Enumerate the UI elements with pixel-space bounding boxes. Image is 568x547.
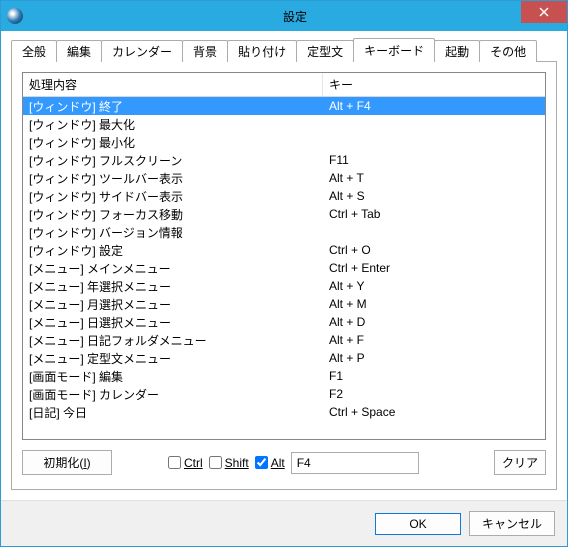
row-action: [メニュー] 日記フォルダメニュー <box>23 332 323 349</box>
row-key: Alt + T <box>323 171 545 185</box>
table-row[interactable]: [ウィンドウ] 最大化 <box>23 115 545 133</box>
row-action: [ウィンドウ] 最小化 <box>23 134 323 151</box>
tab-5[interactable]: 定型文 <box>296 40 354 62</box>
tab-6[interactable]: キーボード <box>353 38 435 62</box>
row-action: [ウィンドウ] 終了 <box>23 98 323 115</box>
shortcut-list: 処理内容 キー [ウィンドウ] 終了Alt + F4[ウィンドウ] 最大化[ウィ… <box>22 72 546 440</box>
table-row[interactable]: [ウィンドウ] バージョン情報 <box>23 223 545 241</box>
tab-2[interactable]: カレンダー <box>101 40 183 62</box>
row-key: Alt + M <box>323 297 545 311</box>
row-key: Alt + F <box>323 333 545 347</box>
row-key: Alt + S <box>323 189 545 203</box>
key-input[interactable] <box>291 452 419 474</box>
row-action: [日記] 今日 <box>23 404 323 421</box>
close-button[interactable] <box>521 1 567 23</box>
initialize-label-prefix: 初期化( <box>43 456 83 470</box>
list-body[interactable]: [ウィンドウ] 終了Alt + F4[ウィンドウ] 最大化[ウィンドウ] 最小化… <box>23 97 545 439</box>
titlebar: 設定 <box>1 1 567 31</box>
tabstrip: 全般編集カレンダー背景貼り付け定型文キーボード起動その他 <box>11 39 557 61</box>
alt-checkbox[interactable]: Alt <box>255 456 285 470</box>
row-key: Alt + P <box>323 351 545 365</box>
row-action: [メニュー] 月選択メニュー <box>23 296 323 313</box>
tab-panel-keyboard: 処理内容 キー [ウィンドウ] 終了Alt + F4[ウィンドウ] 最大化[ウィ… <box>11 61 557 490</box>
client-area: 全般編集カレンダー背景貼り付け定型文キーボード起動その他 処理内容 キー [ウィ… <box>1 31 567 500</box>
table-row[interactable]: [メニュー] 日記フォルダメニューAlt + F <box>23 331 545 349</box>
shift-checkbox-input[interactable] <box>209 456 222 469</box>
table-row[interactable]: [メニュー] 月選択メニューAlt + M <box>23 295 545 313</box>
close-icon <box>539 7 549 17</box>
row-action: [ウィンドウ] 設定 <box>23 242 323 259</box>
table-row[interactable]: [日記] 今日Ctrl + Space <box>23 403 545 421</box>
tab-1[interactable]: 編集 <box>56 40 102 62</box>
table-row[interactable]: [メニュー] メインメニューCtrl + Enter <box>23 259 545 277</box>
column-header-action[interactable]: 処理内容 <box>23 73 323 96</box>
row-action: [ウィンドウ] バージョン情報 <box>23 224 323 241</box>
shift-checkbox[interactable]: Shift <box>209 456 249 470</box>
ctrl-checkbox-input[interactable] <box>168 456 181 469</box>
initialize-button[interactable]: 初期化(I) <box>22 450 112 475</box>
table-row[interactable]: [ウィンドウ] 設定Ctrl + O <box>23 241 545 259</box>
table-row[interactable]: [ウィンドウ] サイドバー表示Alt + S <box>23 187 545 205</box>
ctrl-checkbox-label: Ctrl <box>184 456 203 470</box>
window-title: 設定 <box>23 8 567 25</box>
table-row[interactable]: [メニュー] 定型文メニューAlt + P <box>23 349 545 367</box>
table-row[interactable]: [ウィンドウ] 終了Alt + F4 <box>23 97 545 115</box>
row-action: [画面モード] カレンダー <box>23 386 323 403</box>
row-action: [メニュー] 日選択メニュー <box>23 314 323 331</box>
row-action: [メニュー] メインメニュー <box>23 260 323 277</box>
row-action: [ウィンドウ] 最大化 <box>23 116 323 133</box>
table-row[interactable]: [画面モード] カレンダーF2 <box>23 385 545 403</box>
row-key: F2 <box>323 387 545 401</box>
alt-checkbox-label: Alt <box>271 456 285 470</box>
row-action: [ウィンドウ] フルスクリーン <box>23 152 323 169</box>
shift-checkbox-label: Shift <box>225 456 249 470</box>
ok-button[interactable]: OK <box>375 513 461 535</box>
column-header-key[interactable]: キー <box>323 73 545 96</box>
edit-bar: 初期化(I) Ctrl Shift Alt クリア <box>22 450 546 475</box>
alt-checkbox-input[interactable] <box>255 456 268 469</box>
table-row[interactable]: [ウィンドウ] 最小化 <box>23 133 545 151</box>
table-row[interactable]: [画面モード] 編集F1 <box>23 367 545 385</box>
row-key: Ctrl + Space <box>323 405 545 419</box>
tab-0[interactable]: 全般 <box>11 40 57 62</box>
dialog-buttons: OK キャンセル <box>1 500 567 546</box>
row-key: Ctrl + Tab <box>323 207 545 221</box>
tab-7[interactable]: 起動 <box>434 40 480 62</box>
table-row[interactable]: [ウィンドウ] フルスクリーンF11 <box>23 151 545 169</box>
ctrl-checkbox[interactable]: Ctrl <box>168 456 203 470</box>
settings-dialog: 設定 全般編集カレンダー背景貼り付け定型文キーボード起動その他 処理内容 キー … <box>0 0 568 547</box>
row-key: F1 <box>323 369 545 383</box>
row-action: [ウィンドウ] ツールバー表示 <box>23 170 323 187</box>
row-action: [メニュー] 年選択メニュー <box>23 278 323 295</box>
row-action: [メニュー] 定型文メニュー <box>23 350 323 367</box>
row-key: Ctrl + O <box>323 243 545 257</box>
table-row[interactable]: [メニュー] 日選択メニューAlt + D <box>23 313 545 331</box>
row-action: [画面モード] 編集 <box>23 368 323 385</box>
clear-button[interactable]: クリア <box>494 450 546 475</box>
table-row[interactable]: [ウィンドウ] フォーカス移動Ctrl + Tab <box>23 205 545 223</box>
initialize-label-suffix: ) <box>87 456 91 470</box>
tab-4[interactable]: 貼り付け <box>227 40 297 62</box>
row-action: [ウィンドウ] フォーカス移動 <box>23 206 323 223</box>
cancel-button[interactable]: キャンセル <box>469 511 555 536</box>
app-icon <box>7 8 23 24</box>
list-header: 処理内容 キー <box>23 73 545 97</box>
row-key: Ctrl + Enter <box>323 261 545 275</box>
tab-3[interactable]: 背景 <box>182 40 228 62</box>
row-key: Alt + D <box>323 315 545 329</box>
tab-8[interactable]: その他 <box>479 40 537 62</box>
table-row[interactable]: [メニュー] 年選択メニューAlt + Y <box>23 277 545 295</box>
row-key: F11 <box>323 153 545 167</box>
row-key: Alt + Y <box>323 279 545 293</box>
row-action: [ウィンドウ] サイドバー表示 <box>23 188 323 205</box>
table-row[interactable]: [ウィンドウ] ツールバー表示Alt + T <box>23 169 545 187</box>
row-key: Alt + F4 <box>323 99 545 113</box>
